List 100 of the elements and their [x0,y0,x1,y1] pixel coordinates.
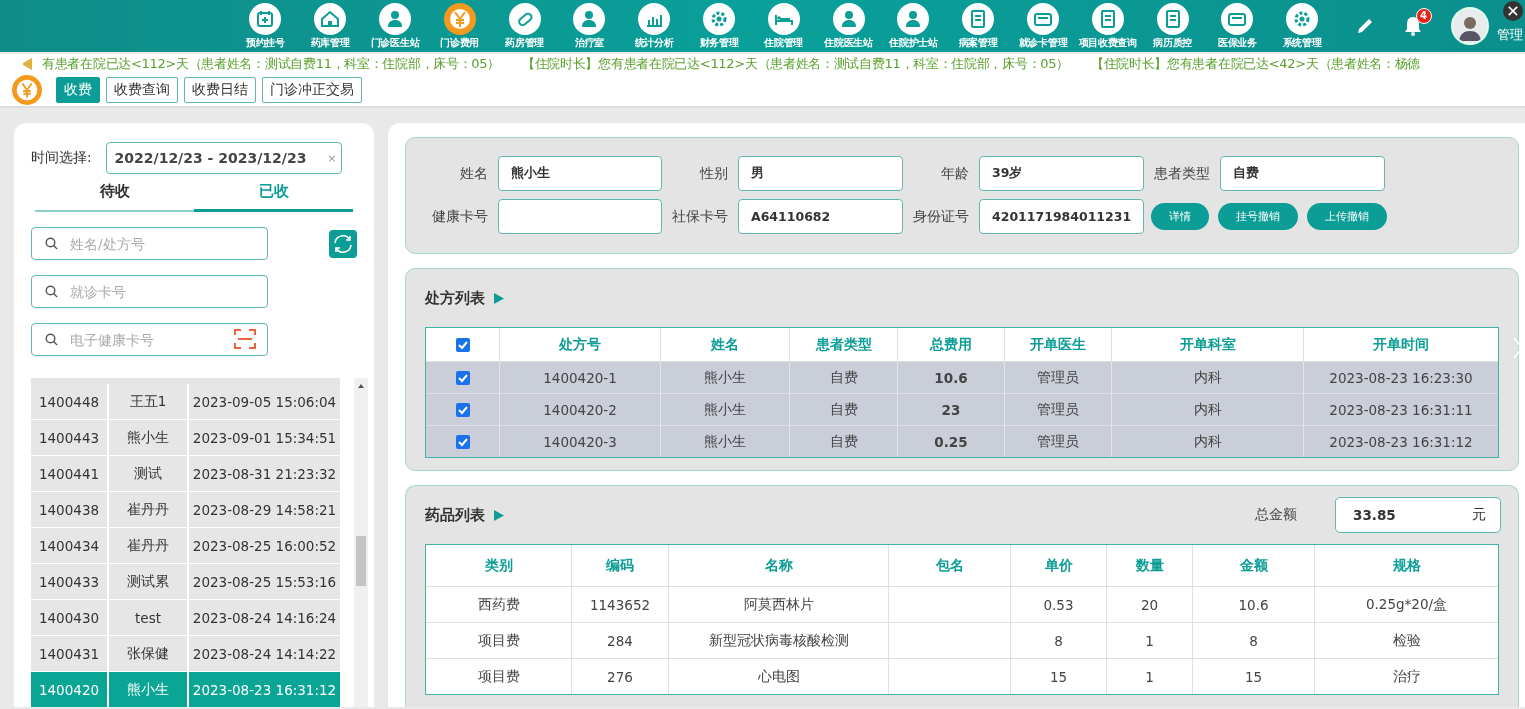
column-header: 编码 [572,545,669,586]
clear-icon[interactable]: × [327,151,337,165]
table-cell: 0.25 [898,426,1005,457]
table-cell: 项目费 [426,623,572,658]
nav-item[interactable]: 系统管理 [1269,2,1335,50]
table-cell: 管理员 [1005,426,1112,457]
status-tab[interactable]: 已收 [194,178,353,212]
table-cell-text: 2023-08-25 15:53:16 [191,572,338,592]
user-avatar[interactable] [1450,7,1489,45]
nav-item[interactable]: 住院医生站 [816,2,881,50]
nav-item[interactable]: 统计分析 [621,2,687,50]
input-field[interactable]: 男 [738,156,903,191]
user-name: 管理 [1496,26,1523,44]
table-cell: 10.6 [1193,587,1315,622]
table-cell: 自费 [790,426,898,457]
record-row[interactable]: 1400433 测试累 2023-08-25 15:53:16 [31,564,340,600]
scan-icon[interactable] [234,329,256,349]
checkbox[interactable] [455,370,470,385]
input-field[interactable]: 熊小生 [498,156,662,191]
nav-item[interactable]: 治疗室 [557,2,622,50]
yen-coin-icon [443,2,476,35]
column-header: 包名 [889,545,1011,586]
action-button[interactable]: 上传撤销 [1307,203,1387,230]
record-row[interactable]: 1400441 测试 2023-08-31 21:23:32 [31,456,340,492]
record-row[interactable]: 1400420 熊小生 2023-08-23 16:31:12 [31,672,340,707]
nav-item[interactable]: 药房管理 [492,2,557,50]
table-cell: 15 [1011,659,1107,694]
checkbox[interactable] [455,434,470,449]
field-label: 健康卡号 [431,207,489,226]
column-header: 开单时间 [1372,334,1430,354]
table-cell: 8 [1011,623,1107,658]
record-row[interactable]: 1400443 熊小生 2023-09-01 15:34:51 [31,420,340,456]
nav-item[interactable]: 病历质控 [1140,2,1205,50]
table-cell: 15 [1193,659,1315,694]
record-row[interactable]: 1400448 王五1 2023-09-05 15:06:04 [31,384,340,420]
date-range-field[interactable]: 2022/12/23 - 2023/12/23 × [105,142,342,174]
nav-item[interactable]: 预约挂号 [233,2,298,50]
nav-item[interactable]: 就诊卡管理 [1010,2,1076,50]
sub-tab[interactable]: 收费 [56,77,100,103]
table-cell-text: 2023-08-25 16:00:52 [191,536,338,556]
notice-text: 【住院时长】您有患者在院已达<42>天（患者姓名：杨德 [1090,55,1421,73]
nav-item[interactable]: 财务管理 [686,2,752,50]
column-header: 规格 [1391,555,1422,575]
nav-item[interactable]: 门诊医生站 [362,2,428,50]
input-field[interactable]: 39岁 [979,156,1144,191]
pill-icon [508,2,541,35]
table-cell-text: 2023-09-01 15:34:51 [191,428,338,448]
sub-tab[interactable]: 收费查询 [106,77,178,103]
field-label: 社保卡号 [671,207,729,226]
nav-item[interactable]: 门诊费用 [427,2,493,50]
search-icon [45,333,58,346]
checkbox[interactable] [455,402,470,417]
column-header: 单价 [1011,545,1107,586]
search-field[interactable]: 就诊卡号 [31,275,268,308]
table-cell-text: 治疗 [1391,666,1422,686]
input-field[interactable]: A64110682 [738,199,903,234]
section-title: 药品列表 [425,505,485,525]
table-cell: 1 [1107,623,1193,658]
table-cell-text: 2023-08-23 16:31:12 [191,680,338,700]
table-cell: 276 [572,659,669,694]
checkbox[interactable] [455,337,470,352]
nav-item[interactable]: 药库管理 [297,2,363,50]
bed-icon [767,2,800,35]
input-field[interactable]: 自费 [1220,156,1385,191]
record-row[interactable]: 1400431 张保健 2023-08-24 14:14:22 [31,636,340,672]
table-cell: 8 [1193,623,1315,658]
nav-item[interactable]: 医保业务 [1204,2,1270,50]
sub-tab[interactable]: 门诊冲正交易 [262,77,362,103]
nav-item[interactable]: 住院护士站 [880,2,946,50]
table-cell: 阿莫西林片 [669,587,889,622]
nav-item[interactable]: 项目收费查询 [1075,2,1141,50]
total-amount-field[interactable]: 33.85 元 [1335,497,1501,533]
sub-tab[interactable]: 收费日结 [184,77,256,103]
search-field[interactable]: 姓名/处方号 [31,227,268,260]
person-icon [573,2,606,35]
refresh-button[interactable] [329,229,357,258]
search-field[interactable]: 电子健康卡号 [31,323,268,356]
status-tab[interactable]: 待收 [35,178,194,212]
input-field[interactable] [498,199,662,234]
search-icon [45,237,58,250]
record-row[interactable]: 1400434 崔丹丹 2023-08-25 16:00:52 [31,528,340,564]
record-row[interactable]: 1400430 test 2023-08-24 14:16:24 [31,600,340,636]
play-icon [493,508,505,522]
table-cell-text: 2023-09-05 15:06:04 [191,392,338,412]
record-row[interactable]: 1400438 崔丹丹 2023-08-29 14:58:21 [31,492,340,528]
close-icon[interactable] [1503,1,1523,21]
table-cell: 0.53 [1011,587,1107,622]
table-cell: 熊小生 [109,672,189,707]
action-button[interactable]: 挂号撤销 [1218,203,1298,230]
table-cell: 1400420-3 [500,426,661,457]
table-cell-text: 2023-08-24 14:14:22 [191,644,338,664]
house-icon [314,2,347,35]
nav-item[interactable]: 病案管理 [945,2,1011,50]
table-cell: 项目费 [426,659,572,694]
notification-badge: 4 [1415,8,1432,24]
input-field[interactable]: 4201171984011231 [979,199,1144,234]
notice-text: 有患者在院已达<112>天（患者姓名：测试自费11，科室：住院部，床号：05） [42,55,500,73]
action-button[interactable]: 详情 [1151,203,1209,230]
nav-item[interactable]: 住院管理 [751,2,817,50]
field-label: 性别 [698,164,729,183]
